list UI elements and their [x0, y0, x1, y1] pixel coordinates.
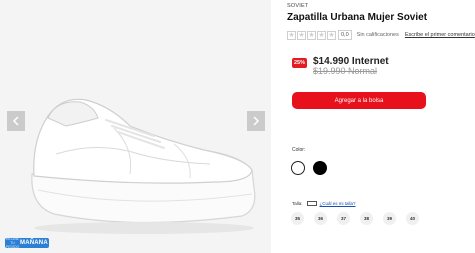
badge-line1: RECIBE TU PEDIDO	[5, 237, 20, 249]
size-label: Talla:	[292, 201, 303, 206]
discount-badge: 25%	[292, 58, 307, 68]
size-options: 35 36 37 38 39 40	[291, 212, 429, 225]
star-icon: ★	[317, 30, 326, 40]
color-swatch-white[interactable]	[291, 161, 305, 175]
rating-value: 0,0	[338, 30, 352, 40]
star-icon: ★	[297, 30, 306, 40]
normal-price: $19.990 Normal	[313, 66, 378, 76]
size-header: Talla: ¿Cuál es mi talla?	[292, 201, 356, 206]
star-icon: ★	[287, 30, 296, 40]
color-label: Color:	[292, 147, 306, 153]
star-icon: ★	[307, 30, 316, 40]
ruler-icon	[306, 201, 317, 206]
size-option-40[interactable]: 40	[406, 212, 419, 225]
badge-line2: MAÑANA	[20, 240, 48, 246]
write-review-link[interactable]: Escribe el primer comentario	[405, 32, 475, 38]
next-image-button[interactable]	[247, 111, 265, 131]
size-option-39[interactable]: 39	[383, 212, 396, 225]
star-icon: ★	[327, 30, 336, 40]
color-swatch-black[interactable]	[313, 161, 327, 175]
product-rating: ★ ★ ★ ★ ★ 0,0 Sin calificaciones Escribe…	[287, 30, 475, 40]
size-option-36[interactable]: 36	[314, 212, 327, 225]
prev-image-button[interactable]	[7, 111, 25, 131]
chevron-left-icon	[12, 116, 19, 126]
size-guide-link[interactable]: ¿Cuál es mi talla?	[320, 201, 356, 206]
product-info-panel: SOVIET Zapatilla Urbana Mujer Soviet ★ ★…	[287, 0, 475, 253]
size-option-38[interactable]: 38	[360, 212, 373, 225]
size-option-37[interactable]: 37	[337, 212, 350, 225]
product-brand[interactable]: SOVIET	[287, 3, 308, 9]
rating-count-text: Sin calificaciones	[356, 32, 399, 38]
product-gallery: RECIBE TU PEDIDO MAÑANA	[0, 0, 271, 253]
product-title: Zapatilla Urbana Mujer Soviet	[287, 12, 428, 23]
chevron-right-icon	[253, 116, 260, 126]
size-option-35[interactable]: 35	[291, 212, 304, 225]
delivery-tomorrow-badge: RECIBE TU PEDIDO MAÑANA	[5, 237, 49, 249]
add-to-bag-button[interactable]: Agregar a la bolsa	[292, 92, 426, 109]
product-image	[31, 98, 256, 234]
